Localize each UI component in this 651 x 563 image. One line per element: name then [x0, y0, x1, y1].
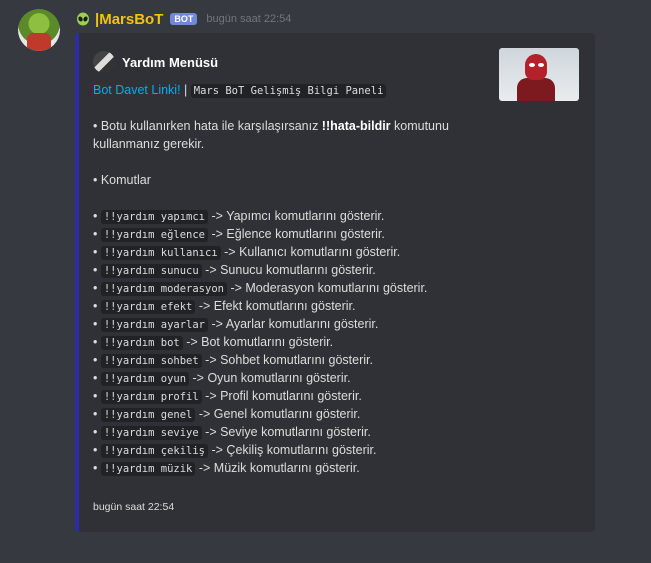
command-code: !!yardım profil	[100, 390, 202, 404]
command-description: -> Müzik komutlarını gösterir.	[195, 461, 360, 475]
bullet: •	[93, 407, 101, 421]
command-item: • !!yardım kullanıcı -> Kullanıcı komutl…	[93, 243, 493, 261]
bullet: •	[93, 335, 101, 349]
command-code: !!yardım bot	[100, 336, 183, 350]
command-description: -> Eğlence komutlarını gösterir.	[208, 227, 385, 241]
command-code: !!yardım sunucu	[100, 264, 202, 278]
command-item: • !!yardım bot -> Bot komutlarını göster…	[93, 333, 493, 351]
command-item: • !!yardım seviye -> Seviye komutlarını …	[93, 423, 493, 441]
bullet: •	[93, 209, 101, 223]
command-description: -> Ayarlar komutlarını gösterir.	[208, 317, 379, 331]
command-code: !!yardım kullanıcı	[100, 246, 221, 260]
bot-avatar[interactable]	[18, 9, 60, 51]
report-command: !!hata-bildir	[321, 119, 391, 133]
command-item: • !!yardım ayarlar -> Ayarlar komutların…	[93, 315, 493, 333]
embed-description: Bot Davet Linki! | Mars BoT Gelişmiş Bil…	[93, 81, 493, 477]
command-item: • !!yardım genel -> Genel komutlarını gö…	[93, 405, 493, 423]
command-item: • !!yardım eğlence -> Eğlence komutların…	[93, 225, 493, 243]
help-embed: Yardım Menüsü Bot Davet Linki! | Mars Bo…	[75, 33, 595, 532]
command-code: !!yardım ayarlar	[100, 318, 209, 332]
author-avatar-icon	[93, 51, 115, 73]
separator: |	[180, 83, 191, 97]
command-code: !!yardım yapımcı	[100, 210, 209, 224]
command-code: !!yardım müzik	[100, 462, 196, 476]
bot-invite-link[interactable]: Bot Davet Linki!	[93, 83, 181, 97]
command-description: -> Kullanıcı komutlarını gösterir.	[220, 245, 401, 259]
command-description: -> Sohbet komutlarını gösterir.	[201, 353, 373, 367]
commands-heading: • Komutlar	[93, 173, 151, 187]
embed-author: Yardım Menüsü	[93, 51, 218, 73]
command-description: -> Genel komutlarını gösterir.	[195, 407, 361, 421]
bullet: •	[93, 317, 101, 331]
command-description: -> Seviye komutlarını gösterir.	[201, 425, 371, 439]
bullet: •	[93, 281, 101, 295]
command-item: • !!yardım sunucu -> Sunucu komutlarını …	[93, 261, 493, 279]
intro-text: • Botu kullanırken hata ile karşılaşırsa…	[93, 119, 449, 151]
bullet: •	[93, 299, 101, 313]
bullet: •	[93, 227, 101, 241]
panel-label: Mars BoT Gelişmiş Bilgi Paneli	[190, 84, 387, 98]
message-header: |MarsBoT BOT bugün saat 22:54	[76, 10, 291, 28]
command-description: -> Efekt komutlarını gösterir.	[195, 299, 356, 313]
command-item: • !!yardım efekt -> Efekt komutlarını gö…	[93, 297, 493, 315]
bullet: •	[93, 371, 101, 385]
bullet: •	[93, 245, 101, 259]
command-description: -> Moderasyon komutlarını gösterir.	[226, 281, 428, 295]
bullet: •	[93, 425, 101, 439]
bullet: •	[93, 263, 101, 277]
bullet: •	[93, 461, 101, 475]
command-description: -> Oyun komutlarını gösterir.	[189, 371, 351, 385]
alien-icon	[77, 12, 89, 26]
command-item: • !!yardım çekiliş -> Çekiliş komutların…	[93, 441, 493, 459]
message-timestamp: bugün saat 22:54	[206, 13, 292, 25]
command-code: !!yardım eğlence	[100, 228, 209, 242]
bot-badge: BOT	[170, 13, 198, 25]
embed-author-name: Yardım Menüsü	[122, 54, 219, 70]
command-item: • !!yardım oyun -> Oyun komutlarını göst…	[93, 369, 493, 387]
command-item: • !!yardım müzik -> Müzik komutlarını gö…	[93, 459, 493, 477]
username[interactable]: |MarsBoT	[95, 11, 163, 28]
command-code: !!yardım efekt	[100, 300, 196, 314]
command-item: • !!yardım moderasyon -> Moderasyon komu…	[93, 279, 493, 297]
command-description: -> Sunucu komutlarını gösterir.	[201, 263, 376, 277]
command-item: • !!yardım yapımcı -> Yapımcı komutların…	[93, 207, 493, 225]
embed-thumbnail[interactable]	[499, 48, 579, 101]
command-description: -> Çekiliş komutlarını gösterir.	[208, 443, 377, 457]
command-code: !!yardım genel	[100, 408, 196, 422]
embed-footer: bugün saat 22:54	[93, 501, 175, 513]
command-code: !!yardım oyun	[100, 372, 190, 386]
command-code: !!yardım çekiliş	[100, 444, 209, 458]
command-code: !!yardım moderasyon	[100, 282, 227, 296]
command-code: !!yardım seviye	[100, 426, 202, 440]
command-item: • !!yardım sohbet -> Sohbet komutlarını …	[93, 351, 493, 369]
bullet: •	[93, 443, 101, 457]
command-description: -> Yapımcı komutlarını gösterir.	[208, 209, 385, 223]
command-description: -> Bot komutlarını gösterir.	[182, 335, 334, 349]
bullet: •	[93, 389, 101, 403]
command-description: -> Profil komutlarını gösterir.	[201, 389, 362, 403]
command-list: • !!yardım yapımcı -> Yapımcı komutların…	[93, 207, 493, 477]
command-item: • !!yardım profil -> Profil komutlarını …	[93, 387, 493, 405]
bullet: •	[93, 353, 101, 367]
command-code: !!yardım sohbet	[100, 354, 202, 368]
